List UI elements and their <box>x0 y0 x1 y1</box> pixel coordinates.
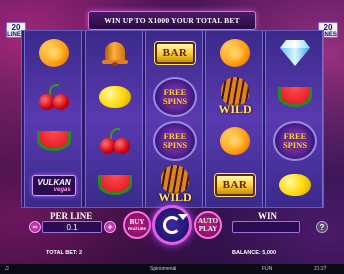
reel-4: WILD BAR <box>205 31 263 207</box>
tiger-icon <box>161 165 189 193</box>
cherry-symbol <box>37 84 71 110</box>
spins-text: SPINS <box>282 140 308 150</box>
reel-cell: WILD <box>206 75 264 119</box>
play-mode: FUN <box>262 266 273 272</box>
spins-text: SPINS <box>162 96 188 106</box>
total-bet: TOTAL BET: 2 <box>46 250 83 256</box>
reel-cell <box>25 119 83 163</box>
play-label: PLAY <box>198 225 218 233</box>
buy-feature-button[interactable]: BUY FEATURE <box>123 211 151 239</box>
reel-cell: BAR <box>146 31 204 75</box>
watermelon-symbol <box>278 87 312 107</box>
bet-increase-button[interactable]: + <box>104 221 116 233</box>
buy-label: BUY <box>129 218 145 226</box>
vulkan-text: VULKAN <box>37 177 71 187</box>
help-button[interactable]: ? <box>316 221 328 233</box>
reel-cell <box>86 119 144 163</box>
per-line-label: PER LINE <box>50 211 93 221</box>
watermelon-symbol <box>98 175 132 195</box>
buy-sub-label: FEATURE <box>127 226 147 231</box>
tiger-icon <box>221 77 249 105</box>
vulkan-sub: vegas <box>53 186 71 193</box>
reel-cell <box>206 119 264 163</box>
reel-cell <box>206 31 264 75</box>
balance: BALANCE: 5,000 <box>232 250 277 256</box>
autoplay-button[interactable]: AUTO PLAY <box>194 211 222 239</box>
free-spins-symbol: FREE SPINS <box>153 77 197 117</box>
orange-symbol <box>39 39 69 67</box>
lemon-symbol <box>279 174 311 196</box>
reel-1: VULKAN vegas <box>24 31 82 207</box>
wild-text: WILD <box>218 102 252 116</box>
reel-cell <box>266 31 324 75</box>
wild-symbol: WILD <box>209 77 261 117</box>
sound-icon[interactable]: ♫ <box>4 264 9 274</box>
reel-cell <box>86 163 144 207</box>
reel-cell: WILD <box>146 163 204 207</box>
win-display <box>232 221 300 233</box>
wild-text: WILD <box>158 190 192 204</box>
reel-cell: VULKAN vegas <box>25 163 83 207</box>
reel-5: FREE SPINS <box>265 31 323 207</box>
reel-cell: FREE SPINS <box>146 75 204 119</box>
win-banner: WIN UP TO X1000 YOUR TOTAL BET <box>88 11 256 30</box>
bet-decrease-button[interactable]: − <box>29 221 41 233</box>
reel-cell: FREE SPINS <box>146 119 204 163</box>
reels-area: VULKAN vegas BAR FREE SPINS FREE SPINS WILD WILD… <box>21 30 324 208</box>
orange-symbol <box>220 39 250 67</box>
reel-3: BAR FREE SPINS FREE SPINS WILD <box>145 31 203 207</box>
free-spins-symbol: FREE SPINS <box>153 121 197 161</box>
reel-cell <box>266 75 324 119</box>
auto-label: AUTO <box>197 217 219 225</box>
bell-symbol <box>102 40 128 66</box>
win-label: WIN <box>258 211 278 221</box>
wild-symbol: WILD <box>149 165 201 205</box>
watermelon-symbol <box>37 131 71 151</box>
per-line-value: 0.1 <box>42 221 102 233</box>
reel-cell <box>25 31 83 75</box>
clock: 21:27 <box>314 266 327 272</box>
reel-cell <box>86 75 144 119</box>
bar-symbol: BAR <box>154 42 196 64</box>
diamond-symbol <box>280 40 310 66</box>
reel-cell <box>25 75 83 119</box>
spin-arrow-icon <box>178 214 188 220</box>
reel-cell: FREE SPINS <box>266 119 324 163</box>
cherry-symbol <box>98 128 132 154</box>
spin-button[interactable] <box>152 205 192 245</box>
brand-name: Spinomenal <box>150 266 177 272</box>
lemon-symbol <box>99 86 131 108</box>
orange-symbol <box>220 127 250 155</box>
spins-text: SPINS <box>162 140 188 150</box>
vulkan-logo-symbol: VULKAN vegas <box>32 174 76 196</box>
reel-cell: BAR <box>206 163 264 207</box>
status-bar: ♫ Spinomenal FUN 21:27 <box>0 264 344 274</box>
reel-2 <box>85 31 143 207</box>
reel-cell <box>266 163 324 207</box>
bar-symbol: BAR <box>214 174 256 196</box>
free-spins-symbol: FREE SPINS <box>273 121 317 161</box>
reel-cell <box>86 31 144 75</box>
